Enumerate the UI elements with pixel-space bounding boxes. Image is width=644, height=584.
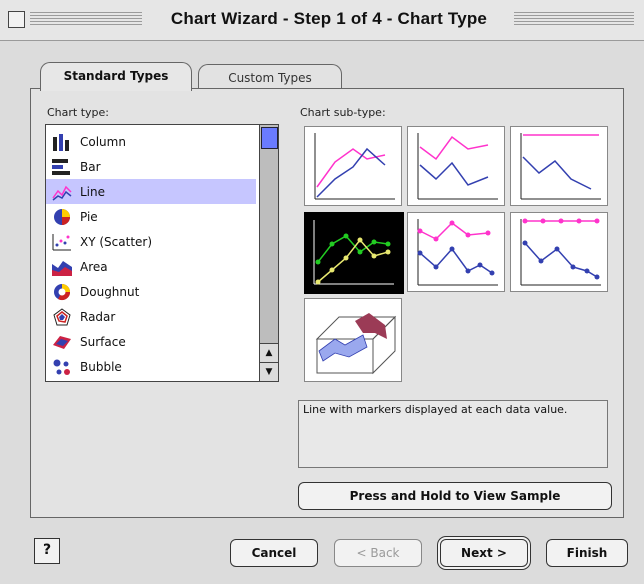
help-icon: ? [42, 542, 52, 558]
bar-chart-icon [52, 158, 72, 176]
subtype-stacked-line-markers-thumbnail [417, 219, 498, 286]
list-item-bar[interactable]: Bar [46, 154, 256, 179]
tab-custom-types[interactable]: Custom Types [198, 64, 342, 91]
list-scrollbar[interactable]: ▲ ▼ [259, 125, 278, 381]
subtype-line[interactable] [304, 126, 402, 206]
subtype-line-with-markers[interactable] [304, 212, 404, 294]
list-item-label: Surface [80, 334, 126, 349]
subtype-description: Line with markers displayed at each data… [298, 400, 608, 468]
list-item-label: Radar [80, 309, 116, 324]
pie-chart-icon [52, 208, 72, 226]
subtype-3d-line-thumbnail [315, 313, 397, 375]
area-chart-icon [52, 258, 72, 276]
finish-button[interactable]: Finish [546, 539, 628, 567]
list-item-line[interactable]: Line [46, 179, 256, 204]
bubble-chart-icon [52, 358, 72, 376]
title-stripes-right [514, 12, 634, 26]
list-item-label: Line [80, 184, 106, 199]
subtype-stacked-line[interactable] [407, 126, 505, 206]
list-item-label: Bar [80, 159, 101, 174]
chart-type-list[interactable]: Column Bar Line Pie XY (Scatter) Area Do… [45, 124, 279, 382]
radar-chart-icon [52, 307, 72, 326]
window-title: Chart Wizard - Step 1 of 4 - Chart Type [170, 9, 488, 28]
subtype-stacked-line-thumbnail [417, 133, 498, 200]
subtype-3d-line[interactable] [304, 298, 402, 382]
subtype-line-thumbnail [314, 133, 395, 200]
subtype-stacked-line-with-markers[interactable] [407, 212, 505, 292]
press-and-hold-sample-button[interactable]: Press and Hold to View Sample [298, 482, 612, 510]
scatter-chart-icon [52, 233, 72, 251]
list-item-radar[interactable]: Radar [46, 304, 256, 329]
close-box[interactable] [8, 11, 25, 28]
subtype-100-stacked-line[interactable] [510, 126, 608, 206]
subtype-100-stacked-line-markers-thumbnail [520, 218, 601, 286]
list-item-label: XY (Scatter) [80, 234, 153, 249]
help-button[interactable]: ? [34, 538, 60, 564]
subtype-100-stacked-line-thumbnail [520, 133, 601, 200]
cancel-button[interactable]: Cancel [230, 539, 318, 567]
list-item-label: Column [80, 134, 126, 149]
subtype-line-with-markers-thumbnail [313, 220, 394, 285]
title-stripes-left [30, 12, 142, 26]
back-button[interactable]: < Back [334, 539, 422, 567]
list-item-label: Doughnut [80, 284, 140, 299]
line-chart-icon [52, 183, 72, 201]
tab-standard-types[interactable]: Standard Types [40, 62, 192, 91]
list-item-label: Pie [80, 209, 98, 224]
list-item-pie[interactable]: Pie [46, 204, 256, 229]
list-item-xy-scatter[interactable]: XY (Scatter) [46, 229, 256, 254]
list-item-label: Bubble [80, 359, 122, 374]
chart-subtype-label: Chart sub-type: [300, 106, 386, 119]
column-chart-icon [52, 133, 72, 151]
list-item-bubble[interactable]: Bubble [46, 354, 256, 379]
surface-chart-icon [52, 333, 72, 351]
chart-type-label: Chart type: [47, 106, 110, 119]
scroll-down-arrow[interactable]: ▼ [260, 362, 278, 381]
next-button[interactable]: Next > [440, 539, 528, 567]
list-item-area[interactable]: Area [46, 254, 256, 279]
list-item-surface[interactable]: Surface [46, 329, 256, 354]
title-bar[interactable]: Chart Wizard - Step 1 of 4 - Chart Type [0, 0, 644, 41]
subtype-100-stacked-line-with-markers[interactable] [510, 212, 608, 292]
scroll-up-arrow[interactable]: ▲ [260, 343, 278, 362]
doughnut-chart-icon [52, 283, 72, 301]
list-item-column[interactable]: Column [46, 129, 256, 154]
list-item-label: Area [80, 259, 108, 274]
list-item-doughnut[interactable]: Doughnut [46, 279, 256, 304]
scroll-thumb[interactable] [261, 127, 278, 149]
